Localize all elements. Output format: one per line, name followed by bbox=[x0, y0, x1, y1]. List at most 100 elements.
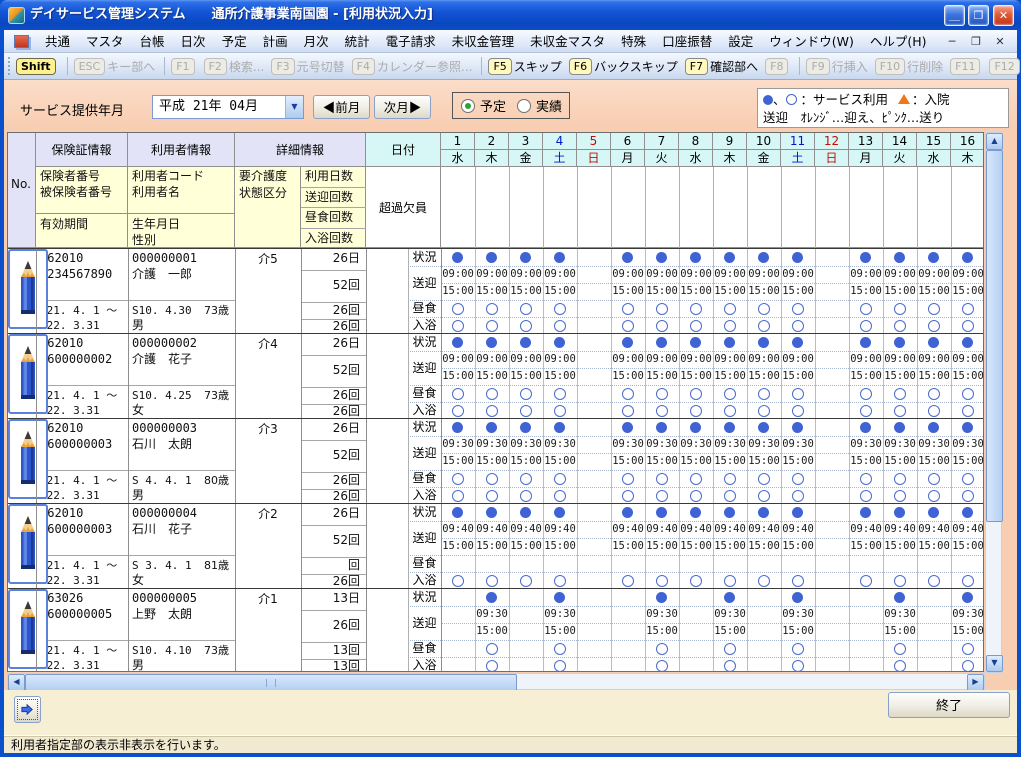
cell-r1-d12[interactable] bbox=[815, 249, 849, 334]
cell-r2-d7[interactable]: 09:0015:00 bbox=[645, 334, 679, 419]
radio-plan[interactable] bbox=[461, 99, 475, 113]
scroll-right-icon[interactable]: ▶ bbox=[967, 674, 984, 691]
menu-item-16[interactable]: ヘルプ(H) bbox=[862, 30, 935, 53]
menu-item-6[interactable]: 計画 bbox=[255, 30, 296, 53]
cell-r2-d3[interactable]: 09:0015:00 bbox=[509, 334, 543, 419]
vertical-scrollbar[interactable]: ▲ ▼ bbox=[985, 132, 1002, 673]
cell-r5-d7[interactable]: 09:3015:00 bbox=[645, 589, 679, 672]
minimize-button[interactable]: ＿ bbox=[944, 5, 965, 26]
menu-item-5[interactable]: 予定 bbox=[214, 30, 255, 53]
cell-r2-d15[interactable]: 09:0015:00 bbox=[917, 334, 951, 419]
cell-r5-d6[interactable] bbox=[611, 589, 645, 672]
cell-r1-d7[interactable]: 09:0015:00 bbox=[645, 249, 679, 334]
edit-pencil-button[interactable] bbox=[8, 419, 48, 499]
cell-r3-d10[interactable]: 09:3015:00 bbox=[747, 419, 781, 504]
edit-pencil-button[interactable] bbox=[8, 334, 48, 414]
vertical-scroll-thumb[interactable] bbox=[986, 150, 1003, 522]
toggle-user-panel-button[interactable] bbox=[14, 696, 41, 723]
menu-item-4[interactable]: 日次 bbox=[173, 30, 214, 53]
menu-item-10[interactable]: 未収金管理 bbox=[444, 30, 523, 53]
cell-r2-d10[interactable]: 09:0015:00 bbox=[747, 334, 781, 419]
cell-r4-d3[interactable]: 09:4015:00 bbox=[509, 504, 543, 589]
fnkey-f5[interactable]: F5スキップ bbox=[488, 58, 561, 75]
cell-r3-d15[interactable]: 09:3015:00 bbox=[917, 419, 951, 504]
cell-r5-d11[interactable]: 09:3015:00 bbox=[781, 589, 815, 672]
cell-r5-d5[interactable] bbox=[577, 589, 611, 672]
cell-r3-d7[interactable]: 09:3015:00 bbox=[645, 419, 679, 504]
cell-r2-d2[interactable]: 09:0015:00 bbox=[475, 334, 509, 419]
next-month-button[interactable]: 次月▶ bbox=[374, 95, 431, 119]
cell-r2-d14[interactable]: 09:0015:00 bbox=[883, 334, 917, 419]
menu-item-11[interactable]: 未収金マスタ bbox=[522, 30, 613, 53]
cell-r4-d12[interactable] bbox=[815, 504, 849, 589]
cell-r5-d2[interactable]: 09:3015:00 bbox=[475, 589, 509, 672]
cell-r4-d5[interactable] bbox=[577, 504, 611, 589]
cell-r1-d11[interactable]: 09:0015:00 bbox=[781, 249, 815, 334]
cell-r2-d9[interactable]: 09:0015:00 bbox=[713, 334, 747, 419]
cell-r3-d6[interactable]: 09:3015:00 bbox=[611, 419, 645, 504]
cell-r3-d13[interactable]: 09:3015:00 bbox=[849, 419, 883, 504]
cell-r5-d13[interactable] bbox=[849, 589, 883, 672]
cell-r2-d5[interactable] bbox=[577, 334, 611, 419]
cell-r3-d4[interactable]: 09:3015:00 bbox=[543, 419, 577, 504]
cell-r1-d3[interactable]: 09:0015:00 bbox=[509, 249, 543, 334]
menu-item-1[interactable]: 共通 bbox=[37, 30, 78, 53]
cell-r3-d14[interactable]: 09:3015:00 bbox=[883, 419, 917, 504]
cell-r5-d1[interactable] bbox=[441, 589, 475, 672]
cell-r2-d13[interactable]: 09:0015:00 bbox=[849, 334, 883, 419]
cell-r3-d8[interactable]: 09:3015:00 bbox=[679, 419, 713, 504]
mdi-minimize-button[interactable]: ─ bbox=[945, 35, 959, 49]
cell-r3-d1[interactable]: 09:3015:00 bbox=[441, 419, 475, 504]
cell-r5-d10[interactable] bbox=[747, 589, 781, 672]
cell-r1-d14[interactable]: 09:0015:00 bbox=[883, 249, 917, 334]
edit-pencil-button[interactable] bbox=[8, 589, 48, 669]
horizontal-scroll-thumb[interactable] bbox=[25, 674, 517, 691]
prev-month-button[interactable]: ◀前月 bbox=[313, 95, 370, 119]
cell-r2-d4[interactable]: 09:0015:00 bbox=[543, 334, 577, 419]
cell-r4-d4[interactable]: 09:4015:00 bbox=[543, 504, 577, 589]
cell-r1-d8[interactable]: 09:0015:00 bbox=[679, 249, 713, 334]
fnkey-f6[interactable]: F6バックスキップ bbox=[569, 58, 678, 75]
cell-r5-d14[interactable]: 09:3015:00 bbox=[883, 589, 917, 672]
cell-r2-d6[interactable]: 09:0015:00 bbox=[611, 334, 645, 419]
cell-r4-d7[interactable]: 09:4015:00 bbox=[645, 504, 679, 589]
cell-r3-d9[interactable]: 09:3015:00 bbox=[713, 419, 747, 504]
cell-r5-d4[interactable]: 09:3015:00 bbox=[543, 589, 577, 672]
toolbar-grip[interactable] bbox=[8, 57, 10, 75]
cell-r4-d11[interactable]: 09:4015:00 bbox=[781, 504, 815, 589]
menu-item-14[interactable]: 設定 bbox=[720, 30, 761, 53]
scroll-left-icon[interactable]: ◀ bbox=[8, 674, 25, 691]
cell-r4-d16[interactable]: 09:4015:00 bbox=[951, 504, 984, 589]
fnkey-shift[interactable]: Shift bbox=[16, 58, 58, 75]
cell-r1-d2[interactable]: 09:0015:00 bbox=[475, 249, 509, 334]
cell-r1-d16[interactable]: 09:0015:00 bbox=[951, 249, 984, 334]
cell-r4-d8[interactable]: 09:4015:00 bbox=[679, 504, 713, 589]
cell-r2-d8[interactable]: 09:0015:00 bbox=[679, 334, 713, 419]
menu-item-12[interactable]: 特殊 bbox=[613, 30, 654, 53]
cell-r4-d9[interactable]: 09:4015:00 bbox=[713, 504, 747, 589]
mdi-restore-button[interactable]: ❐ bbox=[969, 35, 983, 49]
cell-r1-d5[interactable] bbox=[577, 249, 611, 334]
menu-item-13[interactable]: 口座振替 bbox=[654, 30, 720, 53]
cell-r3-d2[interactable]: 09:3015:00 bbox=[475, 419, 509, 504]
cell-r5-d9[interactable]: 09:3015:00 bbox=[713, 589, 747, 672]
cell-r1-d4[interactable]: 09:0015:00 bbox=[543, 249, 577, 334]
cell-r5-d15[interactable] bbox=[917, 589, 951, 672]
restore-button[interactable]: ❐ bbox=[968, 5, 989, 26]
menu-item-15[interactable]: ウィンドウ(W) bbox=[761, 30, 862, 53]
cell-r1-d9[interactable]: 09:0015:00 bbox=[713, 249, 747, 334]
cell-r4-d1[interactable]: 09:4015:00 bbox=[441, 504, 475, 589]
mdi-close-button[interactable]: ✕ bbox=[993, 35, 1007, 49]
menu-item-3[interactable]: 台帳 bbox=[132, 30, 173, 53]
radio-actual[interactable] bbox=[517, 99, 531, 113]
cell-r1-d6[interactable]: 09:0015:00 bbox=[611, 249, 645, 334]
cell-r3-d12[interactable] bbox=[815, 419, 849, 504]
close-button[interactable]: ✕ bbox=[993, 5, 1014, 26]
cell-r3-d5[interactable] bbox=[577, 419, 611, 504]
horizontal-scrollbar[interactable]: ◀ ▶ bbox=[7, 673, 985, 690]
cell-r1-d13[interactable]: 09:0015:00 bbox=[849, 249, 883, 334]
cell-r4-d15[interactable]: 09:4015:00 bbox=[917, 504, 951, 589]
cell-r5-d3[interactable] bbox=[509, 589, 543, 672]
cell-r4-d10[interactable]: 09:4015:00 bbox=[747, 504, 781, 589]
cell-r2-d16[interactable]: 09:0015:00 bbox=[951, 334, 984, 419]
